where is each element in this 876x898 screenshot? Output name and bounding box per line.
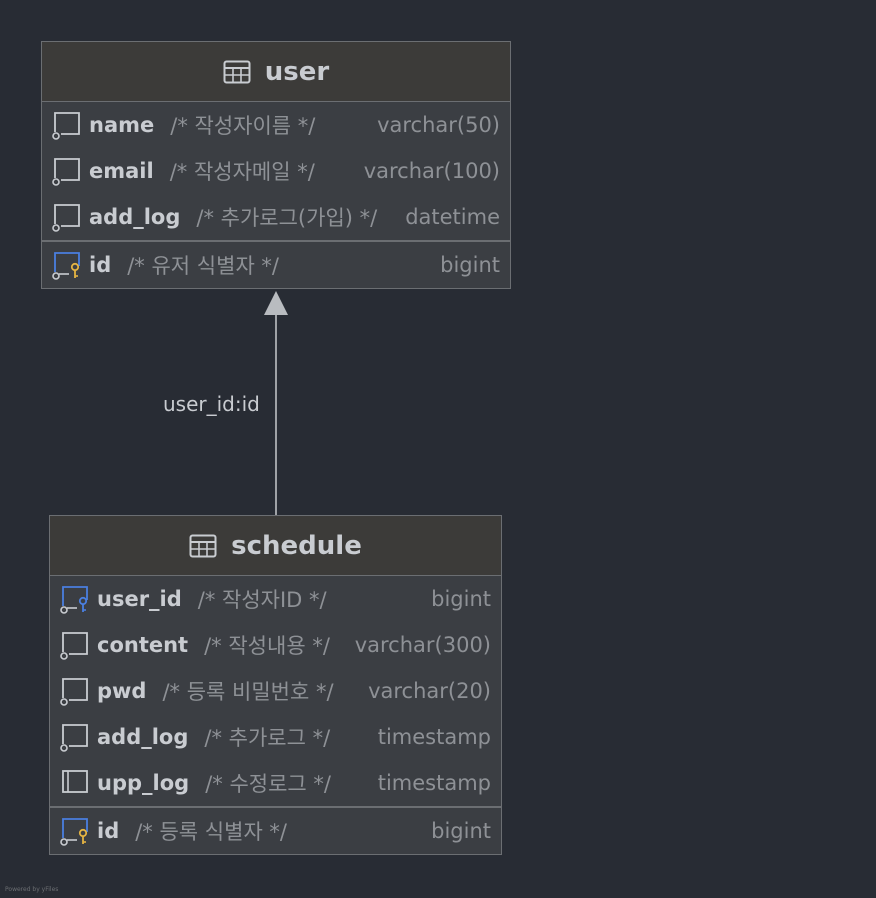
primary-key-column-icon xyxy=(59,816,89,846)
user-table[interactable]: user name /* 작성자이름 */ varchar(50) email … xyxy=(41,41,511,289)
table-icon xyxy=(189,534,217,558)
schedule-table-header[interactable]: schedule xyxy=(50,516,501,576)
field-row-add-log[interactable]: add_log /* 추가로그 */ timestamp xyxy=(50,714,501,760)
nullable-column-icon xyxy=(59,768,89,798)
relationship-label: user_id:id xyxy=(163,392,260,416)
primary-key-column-icon xyxy=(51,250,81,280)
field-row-content[interactable]: content /* 작성내용 */ varchar(300) xyxy=(50,622,501,668)
field-row-upp-log[interactable]: upp_log /* 수정로그 */ timestamp xyxy=(50,760,501,806)
powered-by-footer: Powered by yFiles xyxy=(5,886,59,893)
schedule-table[interactable]: schedule user_id /* 작성자ID */ bigint cont… xyxy=(49,515,502,855)
column-icon xyxy=(51,156,81,186)
key-row-id[interactable]: id /* 유저 식별자 */ bigint xyxy=(42,242,510,288)
field-row-add-log[interactable]: add_log /* 추가로그(가입) */ datetime xyxy=(42,194,510,240)
field-row-pwd[interactable]: pwd /* 등록 비밀번호 */ varchar(20) xyxy=(50,668,501,714)
column-icon xyxy=(51,110,81,140)
user-table-header[interactable]: user xyxy=(42,42,510,102)
column-icon xyxy=(51,202,81,232)
column-icon xyxy=(59,676,89,706)
key-row-id[interactable]: id /* 등록 식별자 */ bigint xyxy=(50,808,501,854)
user-table-title: user xyxy=(264,56,330,87)
field-row-user-id[interactable]: user_id /* 작성자ID */ bigint xyxy=(50,576,501,622)
field-row-email[interactable]: email /* 작성자메일 */ varchar(100) xyxy=(42,148,510,194)
table-icon xyxy=(223,60,251,84)
column-icon xyxy=(59,722,89,752)
foreign-key-column-icon xyxy=(59,584,89,614)
field-row-name[interactable]: name /* 작성자이름 */ varchar(50) xyxy=(42,102,510,148)
schedule-table-title: schedule xyxy=(231,530,362,561)
column-icon xyxy=(59,630,89,660)
